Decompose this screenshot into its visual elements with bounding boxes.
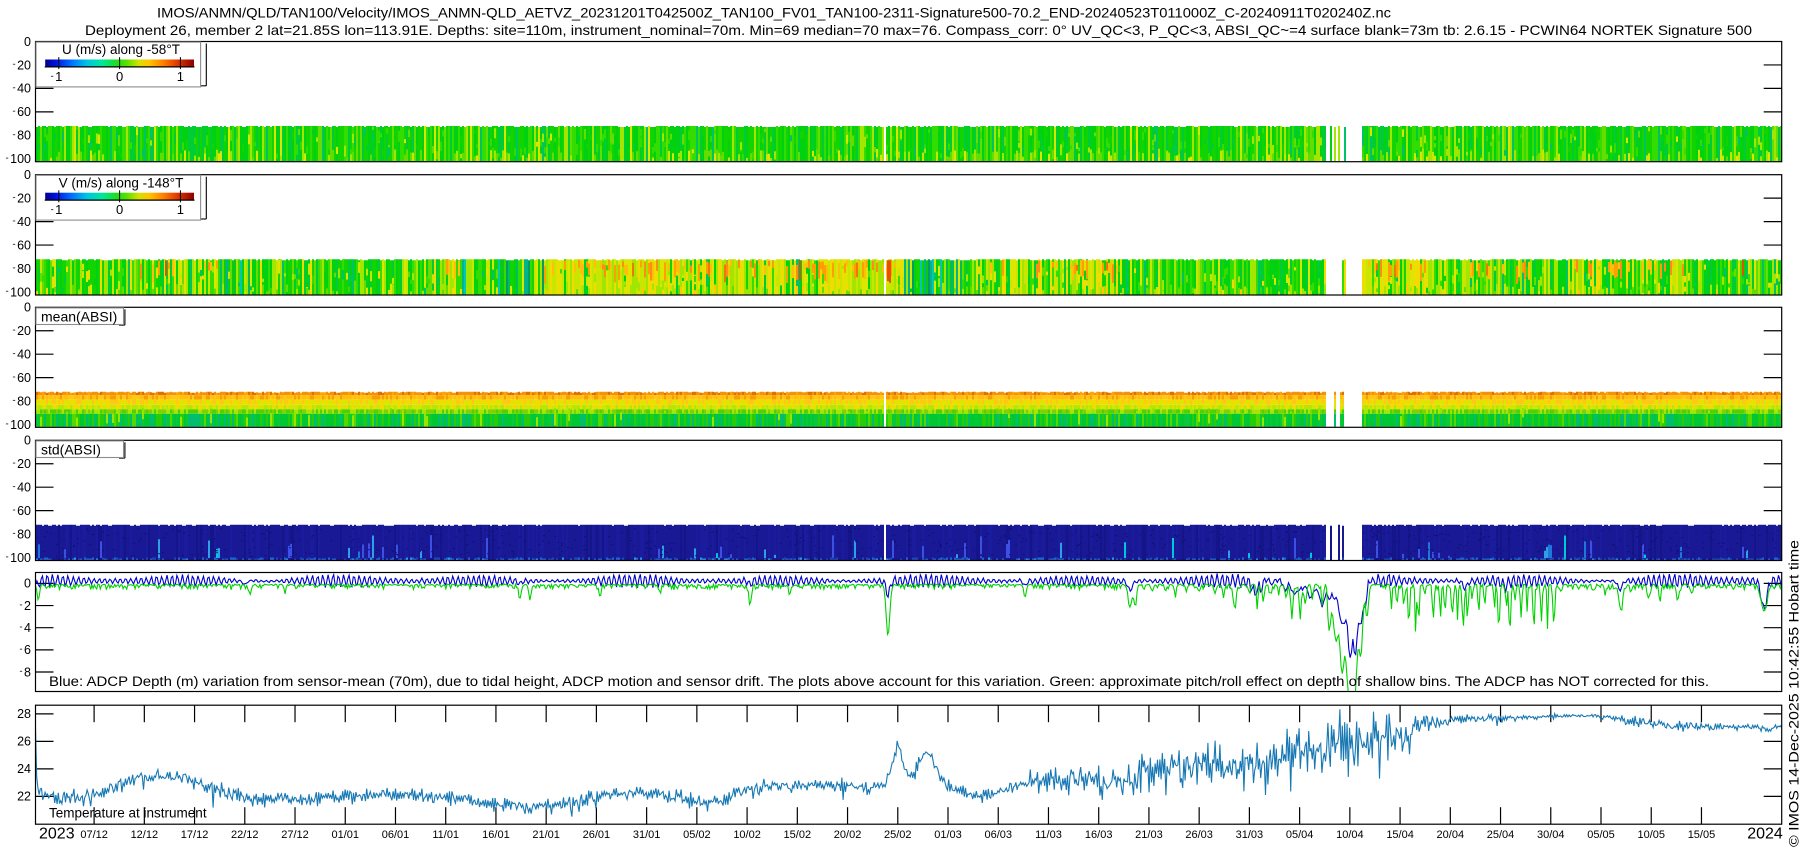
svg-text:80: 80 [17,129,31,143]
svg-text:V (m/s) along -148°T: V (m/s) along -148°T [59,175,184,190]
svg-text:100: 100 [10,152,31,166]
svg-text:0: 0 [116,69,123,84]
svg-text:0: 0 [116,202,123,217]
svg-text:30/04: 30/04 [1537,829,1565,841]
svg-text:Deployment 26, member 2 lat=21: Deployment 26, member 2 lat=21.85S lon=1… [85,22,1752,38]
svg-text:16/03: 16/03 [1085,829,1113,841]
svg-text:15/05: 15/05 [1688,829,1716,841]
svg-text:22: 22 [17,790,31,804]
svg-text:80: 80 [17,394,31,408]
svg-text:21/03: 21/03 [1135,829,1163,841]
svg-text:27/12: 27/12 [281,829,309,841]
svg-text:26/03: 26/03 [1185,829,1213,841]
svg-text:© IMOS 14-Dec-2025 10:42:55 Ho: © IMOS 14-Dec-2025 10:42:55 Hobart time [1787,540,1800,847]
svg-text:Temperature at instrument: Temperature at instrument [49,806,207,821]
svg-text:1: 1 [177,202,184,217]
svg-text:60: 60 [17,105,31,119]
svg-text:28: 28 [17,707,31,721]
svg-text:2: 2 [24,599,31,613]
svg-text:0: 0 [24,434,31,448]
svg-text:mean(ABSI): mean(ABSI) [41,308,117,324]
svg-text:1: 1 [55,69,62,84]
svg-text:100: 100 [10,418,31,432]
svg-text:21/01: 21/01 [532,829,560,841]
svg-text:1: 1 [177,69,184,84]
svg-text:0: 0 [24,35,31,49]
svg-text:20: 20 [17,191,31,205]
svg-text:2023: 2023 [39,826,75,843]
svg-text:0: 0 [24,577,31,591]
svg-text:IMOS/ANMN/QLD/TAN100/Velocity/: IMOS/ANMN/QLD/TAN100/Velocity/IMOS_ANMN-… [157,5,1391,21]
svg-text:17/12: 17/12 [181,829,209,841]
svg-text:U (m/s) along -58°T: U (m/s) along -58°T [62,42,180,57]
svg-text:31/01: 31/01 [633,829,661,841]
svg-text:20/04: 20/04 [1437,829,1465,841]
svg-text:40: 40 [17,215,31,229]
svg-text:15/02: 15/02 [784,829,812,841]
svg-text:26/01: 26/01 [583,829,611,841]
svg-text:40: 40 [17,82,31,96]
svg-text:12/12: 12/12 [131,829,159,841]
svg-text:10/04: 10/04 [1336,829,1364,841]
svg-text:25/02: 25/02 [884,829,912,841]
svg-text:60: 60 [17,238,31,252]
svg-text:01/03: 01/03 [934,829,962,841]
svg-text:10/05: 10/05 [1637,829,1665,841]
svg-text:2024: 2024 [1747,826,1783,843]
svg-text:24: 24 [17,762,31,776]
svg-text:40: 40 [17,481,31,495]
svg-text:11/01: 11/01 [432,829,459,841]
svg-text:05/02: 05/02 [683,829,711,841]
svg-text:0: 0 [24,301,31,315]
svg-text:80: 80 [17,527,31,541]
svg-text:4: 4 [24,621,31,635]
svg-text:1: 1 [55,202,62,217]
svg-text:20/02: 20/02 [834,829,862,841]
svg-text:20: 20 [17,58,31,72]
svg-text:06/03: 06/03 [984,829,1012,841]
svg-text:100: 100 [10,285,31,299]
svg-text:40: 40 [17,348,31,362]
svg-text:20: 20 [17,457,31,471]
svg-text:31/03: 31/03 [1236,829,1264,841]
svg-text:26: 26 [17,735,31,749]
svg-text:100: 100 [10,551,31,565]
svg-text:8: 8 [24,665,31,679]
svg-text:60: 60 [17,371,31,385]
svg-text:25/04: 25/04 [1487,829,1515,841]
svg-text:05/04: 05/04 [1286,829,1314,841]
svg-text:06/01: 06/01 [382,829,410,841]
svg-text:05/05: 05/05 [1587,829,1615,841]
svg-text:0: 0 [24,168,31,182]
svg-text:Blue: ADCP Depth (m) variation: Blue: ADCP Depth (m) variation from sens… [49,674,1709,689]
svg-text:std(ABSI): std(ABSI) [41,441,101,457]
svg-text:20: 20 [17,324,31,338]
svg-text:80: 80 [17,262,31,276]
svg-text:07/12: 07/12 [80,829,108,841]
svg-text:6: 6 [24,643,31,657]
svg-text:01/01: 01/01 [331,829,359,841]
svg-text:22/12: 22/12 [231,829,259,841]
svg-text:15/04: 15/04 [1386,829,1414,841]
svg-text:10/02: 10/02 [733,829,761,841]
svg-text:60: 60 [17,504,31,518]
svg-text:16/01: 16/01 [482,829,510,841]
svg-text:11/03: 11/03 [1035,829,1062,841]
